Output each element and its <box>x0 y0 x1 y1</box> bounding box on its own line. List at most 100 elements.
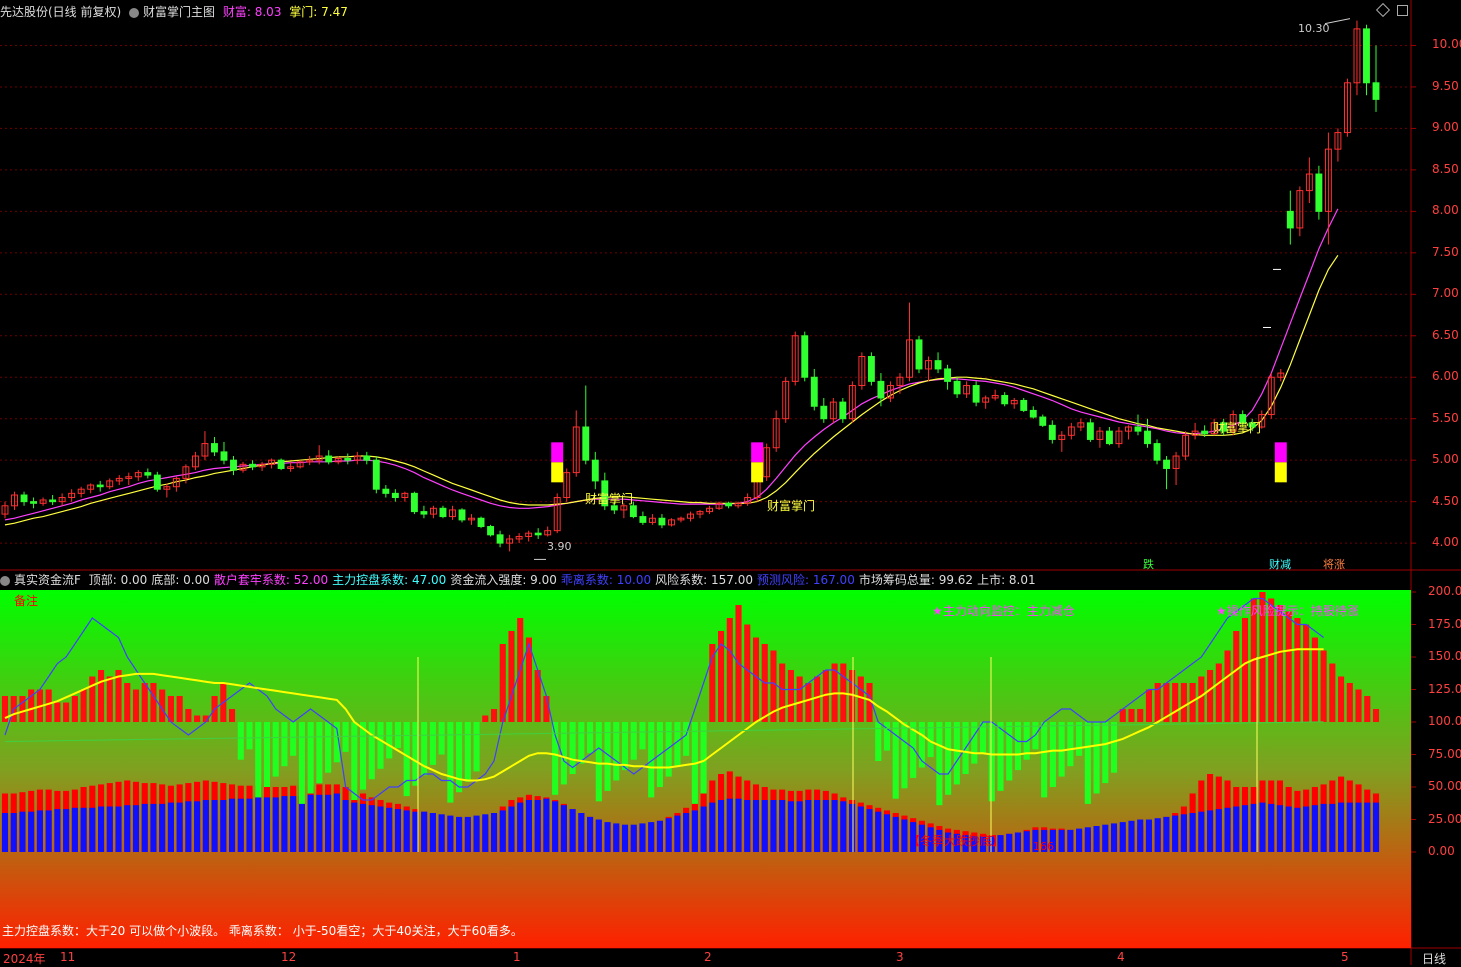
candle-body <box>1029 409 1037 418</box>
control-bar <box>185 709 192 722</box>
lower-tick-label: 125.0 <box>1428 681 1461 696</box>
indicator-menu-icon-2[interactable] <box>0 575 10 586</box>
candle-body <box>1048 424 1056 440</box>
capital-bar <box>901 819 908 852</box>
signal-label-3: 财富掌门 <box>1213 421 1262 435</box>
outflow-bar <box>237 722 244 760</box>
control-bar <box>1329 663 1336 722</box>
price-tick-label: 8.50 <box>1432 161 1459 176</box>
capital-bar <box>89 807 96 852</box>
control-bar <box>814 676 821 722</box>
capital-bar <box>1102 824 1109 852</box>
outflow-bar <box>368 722 375 780</box>
capital-bar <box>1189 813 1196 852</box>
capital-bar <box>71 807 78 852</box>
capital-bar <box>1084 827 1091 852</box>
candle-body <box>953 380 961 395</box>
capital-bar <box>298 796 305 852</box>
outflow-bar <box>639 722 646 750</box>
capital-bar <box>255 797 262 852</box>
control-bar <box>1207 670 1214 722</box>
lower-header-item-6: 风险系数: 157.00 <box>655 573 753 587</box>
control-bar <box>726 618 733 722</box>
candle-body <box>934 360 942 370</box>
lower-indicator-name[interactable]: 真实资金流F <box>14 573 81 587</box>
lower-header-item-0: 顶部: 0.00 <box>88 573 148 587</box>
outflow-bar <box>342 722 349 752</box>
outflow-bar <box>578 722 585 764</box>
capital-bar <box>176 802 183 852</box>
period-label[interactable]: 日线 <box>1422 950 1446 967</box>
capital-bar <box>1259 802 1266 852</box>
outflow-bar <box>1093 722 1100 794</box>
lower-header-item-7: 预测风险: 167.00 <box>756 573 855 587</box>
capital-bar <box>796 801 803 852</box>
lower-tick-label: 175.0 <box>1428 616 1461 631</box>
candle-body <box>1020 399 1028 411</box>
outflow-bar <box>316 722 323 784</box>
lower-header-item-9: 上市: 8.01 <box>977 573 1036 587</box>
price-tick-label: 7.50 <box>1432 244 1459 259</box>
capital-bar <box>587 816 594 852</box>
capital-bar <box>132 805 140 852</box>
price-tick-label: 9.00 <box>1432 120 1459 135</box>
control-bar <box>1172 683 1179 722</box>
capital-bar <box>656 820 663 852</box>
control-bar <box>132 689 140 722</box>
outflow-bar <box>953 722 960 785</box>
control-bar <box>1364 696 1371 722</box>
risk-text: ★操作风险提示：持股待涨 <box>1216 604 1359 618</box>
candle-body <box>944 368 952 382</box>
candle-body <box>591 459 599 482</box>
control-bar <box>1294 618 1301 722</box>
capital-bar <box>263 797 271 852</box>
candle-body <box>439 507 447 518</box>
capital-bar <box>150 803 157 852</box>
lower-tick-label: 25.00 <box>1428 811 1461 826</box>
lower-tick-label: 150.0 <box>1428 649 1461 663</box>
candle-body <box>1286 210 1294 229</box>
lower-header-item-2: 散户套牢系数: 52.00 <box>213 573 329 587</box>
high-marker: 10.30 <box>1298 22 1330 35</box>
capital-bar <box>525 800 533 852</box>
capital-bar <box>124 805 131 852</box>
signal-marker-bottom <box>1274 462 1287 483</box>
candle-body <box>629 505 637 518</box>
capital-bar <box>1119 822 1126 852</box>
lower-header-item-3: 主力控盘系数: 47.00 <box>332 573 447 587</box>
capital-bar <box>54 809 61 852</box>
outflow-bar <box>473 722 480 772</box>
outflow-bar <box>464 722 471 782</box>
lower-header-item-1: 底部: 0.00 <box>151 573 210 587</box>
capital-bar <box>1014 832 1022 852</box>
control-bar <box>80 689 87 722</box>
low-marker: 3.90 <box>547 540 572 553</box>
outflow-bar <box>1084 722 1091 804</box>
capital-bar <box>700 806 707 852</box>
outflow-bar <box>1067 722 1074 767</box>
candle-body <box>277 459 285 469</box>
capital-bar <box>1076 828 1083 852</box>
capital-bar <box>1137 819 1144 852</box>
lower-tick-label: 50.00 <box>1428 779 1461 793</box>
candle-body <box>487 526 495 536</box>
outflow-bar <box>997 722 1004 791</box>
capital-bar <box>359 803 367 852</box>
control-bar <box>54 702 61 722</box>
outflow-bar <box>700 722 707 794</box>
control-bar <box>1355 689 1362 722</box>
candle-body <box>344 458 352 461</box>
control-bar <box>543 696 550 722</box>
candle-body <box>820 405 828 420</box>
outflow-bar <box>621 722 629 771</box>
capital-bar <box>822 800 829 852</box>
capital-bar <box>1128 820 1135 852</box>
capital-bar <box>167 802 174 852</box>
candle-body <box>801 335 809 378</box>
control-bar <box>89 676 96 722</box>
control-bar <box>1180 683 1187 722</box>
capital-bar <box>473 815 480 852</box>
price-tick-label: 6.00 <box>1432 369 1459 384</box>
candle-body <box>1144 430 1151 445</box>
candle-body <box>230 459 237 471</box>
